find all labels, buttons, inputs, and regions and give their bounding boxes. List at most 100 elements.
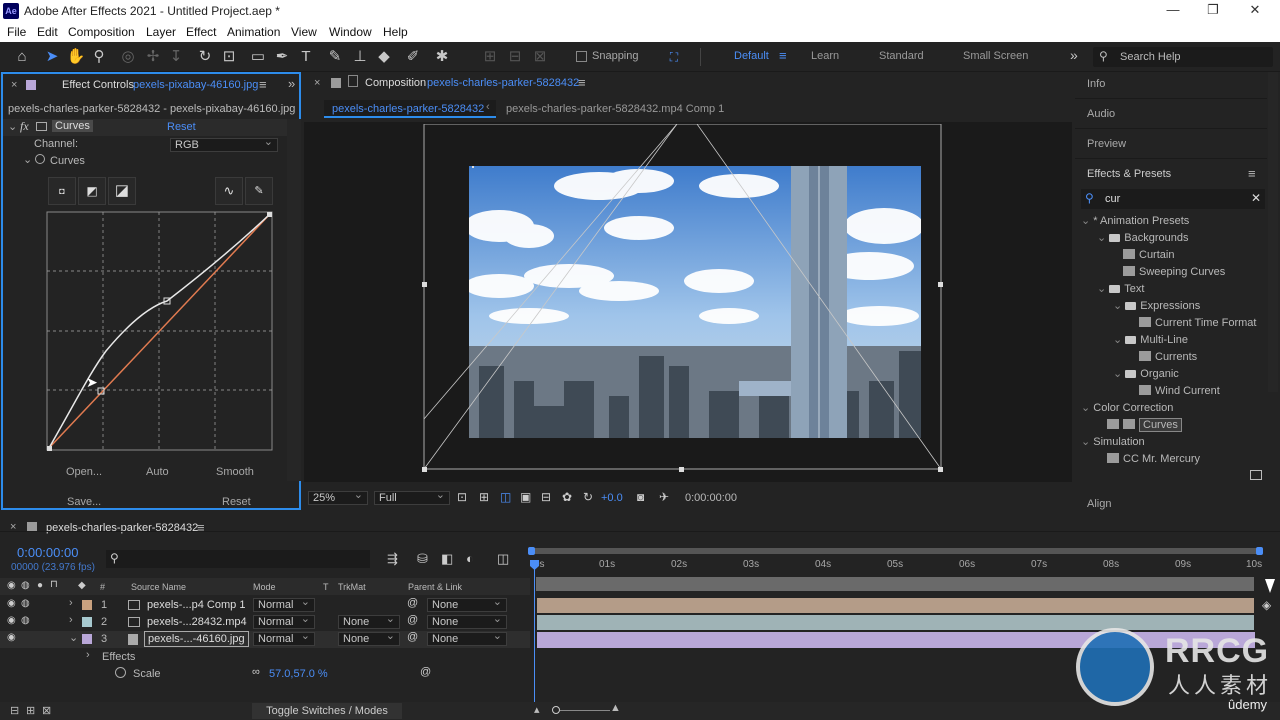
audio-speaker-icon[interactable]: ◍: [21, 615, 30, 626]
info-panel-tab[interactable]: Info: [1087, 78, 1105, 90]
tree-animation-presets[interactable]: ⌄ * Animation Presets: [1081, 213, 1189, 229]
effect-controls-tab[interactable]: Effect Controls: [62, 79, 134, 91]
constrain-proportions-icon[interactable]: ∞: [252, 666, 260, 678]
layer-row-1[interactable]: ◉ ◍ › 1 pexels-...p4 Comp 1 Normal @ Non…: [0, 596, 530, 614]
clone-stamp-tool-icon[interactable]: ⊥: [350, 47, 370, 67]
effect-name[interactable]: Curves: [52, 120, 93, 132]
brush-tool-icon[interactable]: ✎: [325, 47, 345, 67]
comp-subtab-1[interactable]: pexels-charles-parker-5828432: [332, 103, 484, 115]
rectangle-tool-icon[interactable]: ▭: [248, 47, 268, 67]
layer-row-2[interactable]: ◉ ◍ › 2 pexels-...28432.mp4 Normal None …: [0, 613, 530, 631]
lock-icon[interactable]: [348, 75, 358, 87]
rotation-tool-icon[interactable]: ↻: [195, 47, 215, 67]
audio-speaker-icon[interactable]: ◍: [21, 598, 30, 609]
effects-disclosure-icon[interactable]: ›: [86, 649, 90, 661]
reset-exposure-icon[interactable]: ↻: [583, 490, 593, 504]
disclosure-triangle-icon[interactable]: ⌄: [8, 120, 17, 133]
effect-reset-link[interactable]: Reset: [167, 121, 196, 133]
frame-blending-icon[interactable]: ◐: [466, 551, 474, 566]
type-tool-icon[interactable]: T: [296, 47, 316, 67]
pickwhip-icon[interactable]: @: [407, 597, 418, 609]
hand-tool-icon[interactable]: ✋: [66, 47, 86, 67]
tree-color-correction[interactable]: ⌄ Color Correction: [1081, 400, 1173, 416]
pickwhip-icon[interactable]: @: [407, 614, 418, 626]
video-toggle-header-icon[interactable]: ◉: [7, 580, 16, 591]
search-help-field[interactable]: ⚲ Search Help: [1093, 47, 1273, 67]
layer-mode-dropdown[interactable]: Normal: [253, 613, 315, 629]
bezier-curve-icon[interactable]: ∿: [215, 177, 243, 205]
curves-reset-button[interactable]: Reset: [222, 496, 251, 508]
scale-value[interactable]: 57.0,57.0 %: [269, 668, 328, 680]
lock-header-icon[interactable]: ⊓: [50, 579, 58, 590]
clear-search-icon[interactable]: ✕: [1251, 191, 1261, 205]
snapping-options-icon[interactable]: ⛶: [664, 47, 684, 67]
tree-sweeping-curves[interactable]: Sweeping Curves: [1123, 264, 1225, 280]
right-panel-scrollbar[interactable]: [1268, 72, 1278, 392]
distribute-h-icon[interactable]: ⊠: [530, 47, 550, 67]
layer-source-name[interactable]: pexels-...-46160.jpg: [144, 631, 249, 647]
frame-render-icon[interactable]: ⊠: [42, 704, 51, 717]
workspace-small-screen[interactable]: Small Screen: [963, 50, 1028, 62]
orbit-camera-icon[interactable]: ◎: [118, 47, 138, 67]
zoom-in-icon[interactable]: ▲: [610, 702, 621, 714]
home-icon[interactable]: ⌂: [12, 47, 32, 67]
composition-tab[interactable]: Composition: [365, 77, 426, 89]
menu-animation[interactable]: Animation: [227, 25, 280, 39]
eraser-tool-icon[interactable]: ◆: [374, 47, 394, 67]
pencil-curve-icon[interactable]: ✎: [245, 177, 273, 205]
magnification-dropdown[interactable]: 25%: [308, 489, 368, 505]
layer-parent-dropdown[interactable]: None: [427, 630, 507, 646]
column-trkmat[interactable]: TrkMat: [338, 582, 366, 592]
curves-graph[interactable]: [46, 211, 274, 453]
layer-bounds-overlay[interactable]: [422, 124, 944, 474]
dolly-camera-icon[interactable]: ↧: [166, 47, 186, 67]
tree-expressions[interactable]: ⌄ Expressions: [1113, 298, 1200, 314]
snapping-checkbox[interactable]: [576, 51, 587, 62]
scale-stopwatch-icon[interactable]: [115, 667, 126, 678]
minimize-button[interactable]: —: [1158, 2, 1188, 20]
effect-controls-scrollbar[interactable]: [287, 119, 301, 481]
eye-icon[interactable]: ◉: [7, 632, 16, 643]
channel-rgb-icon[interactable]: ✿: [562, 490, 572, 504]
label-tag-icon[interactable]: ◆: [78, 580, 86, 591]
curves-disclosure-icon[interactable]: ⌄: [23, 153, 32, 166]
tree-curves[interactable]: Curves: [1107, 417, 1182, 433]
puppet-pin-tool-icon[interactable]: ✱: [432, 47, 452, 67]
tree-text[interactable]: ⌄ Text: [1097, 281, 1144, 297]
graph-editor-icon[interactable]: ◫: [497, 551, 509, 567]
draft-3d-icon[interactable]: ⛁: [417, 551, 428, 567]
menu-help[interactable]: Help: [383, 25, 408, 39]
timeline-current-time[interactable]: 0:00:00:00: [17, 545, 78, 560]
menu-edit[interactable]: Edit: [37, 25, 58, 39]
zoom-slider-track[interactable]: [560, 710, 610, 711]
comp-settings-icon[interactable]: ⊟: [10, 704, 19, 717]
curves-auto-button[interactable]: Auto: [146, 466, 169, 478]
resolution-dropdown[interactable]: Full: [374, 489, 450, 505]
audio-panel-tab[interactable]: Audio: [1087, 108, 1115, 120]
time-navigator-bar[interactable]: [536, 577, 1254, 591]
curve-size-medium-icon[interactable]: ◩: [78, 177, 106, 205]
tree-simulation[interactable]: ⌄ Simulation: [1081, 434, 1145, 450]
workspace-standard[interactable]: Standard: [879, 50, 924, 62]
tree-currents[interactable]: Currents: [1139, 349, 1197, 365]
tree-multi-line[interactable]: ⌄ Multi-Line: [1113, 332, 1188, 348]
shy-layers-icon[interactable]: ◧: [441, 551, 453, 567]
distribute-icon[interactable]: ⊟: [505, 47, 525, 67]
zoom-out-icon[interactable]: ▴: [534, 703, 540, 716]
panel-menu-icon[interactable]: ≡: [259, 77, 267, 92]
column-mode[interactable]: Mode: [253, 582, 276, 592]
column-parent-link[interactable]: Parent & Link: [408, 582, 462, 592]
audio-toggle-header-icon[interactable]: ◍: [21, 580, 30, 591]
snapshot-camera-icon[interactable]: ◙: [637, 490, 644, 504]
zoom-slider-thumb[interactable]: [552, 706, 560, 714]
curves-smooth-button[interactable]: Smooth: [216, 466, 254, 478]
close-window-button[interactable]: ✕: [1240, 2, 1270, 20]
effects-search-field[interactable]: ⚲ cur ✕: [1081, 189, 1265, 209]
column-number[interactable]: #: [100, 582, 105, 592]
tree-cc-mr-mercury[interactable]: CC Mr. Mercury: [1107, 451, 1200, 467]
layer-label-color[interactable]: [82, 634, 92, 644]
layer-2-duration-bar[interactable]: [537, 615, 1254, 630]
pickwhip-icon[interactable]: @: [407, 631, 418, 643]
expand-layer-icon[interactable]: ›: [69, 597, 73, 609]
pen-tool-icon[interactable]: ✒: [272, 47, 292, 67]
